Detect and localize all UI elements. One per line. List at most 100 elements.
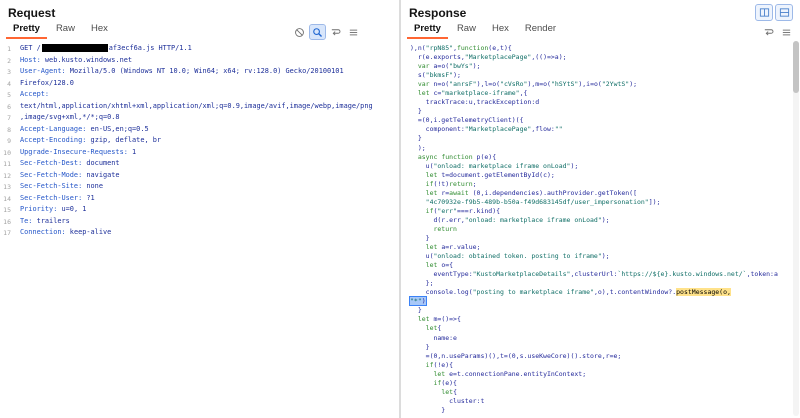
response-code-line: u("onload: obtained token. posting to if… [410, 252, 800, 261]
code-token: (!e){ [433, 360, 454, 369]
response-code: ),n("rpN85",function(e,t){ r(e.exports,"… [409, 44, 800, 415]
code-token: u( [410, 161, 434, 170]
header-text: text/html,application/xhtml+xml,applicat… [20, 101, 373, 110]
layout-rows-icon[interactable] [775, 4, 793, 21]
code-token: c= [429, 89, 442, 98]
header-text: User-Agent: [20, 67, 66, 75]
code-token: t=document.getElementById(c); [437, 170, 555, 179]
response-line-text: d(r.err,"onload: marketplace iframe onLo… [410, 216, 609, 225]
response-line-text: let o={ [410, 261, 453, 270]
response-tab-hex[interactable]: Hex [485, 21, 516, 39]
header-text: u=0, 1 [57, 205, 87, 213]
code-token: var [417, 80, 430, 89]
request-line: 10 Upgrade-Insecure-Requests: 1 [0, 148, 399, 160]
request-line-text: Accept-Encoding: gzip, deflate, br [20, 136, 161, 148]
response-code-line: name:e [410, 334, 800, 343]
request-line: 9 Accept-Encoding: gzip, deflate, br [0, 136, 399, 148]
menu-icon[interactable] [346, 25, 361, 39]
response-line-text: name:e [410, 334, 457, 343]
code-token: "onload: obtained token. posting to ifra… [433, 252, 602, 261]
code-token: =(0,i.getTelemetryClient)({ [410, 116, 524, 125]
code-token: let [441, 387, 454, 396]
code-token: ,clusterUrl: [570, 270, 618, 279]
response-line-text: =(0,i.getTelemetryClient)({ [410, 116, 524, 125]
code-token: ); [472, 62, 481, 71]
ban-icon[interactable] [292, 25, 307, 39]
code-token: } [410, 233, 430, 242]
code-token: } [410, 405, 446, 414]
layout-columns-icon[interactable] [755, 4, 773, 21]
response-code-line: let o={ [410, 261, 800, 270]
header-text: Connection: [20, 228, 66, 236]
search-icon[interactable] [309, 24, 326, 40]
response-line-text: let{ [410, 324, 442, 333]
request-line-text: Firefox/128.0 [20, 79, 74, 91]
response-tab-render[interactable]: Render [518, 21, 563, 39]
code-token: let [425, 188, 438, 197]
line-number: 1 [7, 45, 11, 53]
response-line-text: return [410, 225, 456, 234]
code-token: component: [410, 125, 465, 134]
response-line-text: let{ [410, 388, 457, 397]
header-text: Host: [20, 55, 41, 64]
request-tab-hex[interactable]: Hex [84, 21, 115, 39]
code-token: } [410, 134, 422, 143]
code-token: ),i=o( [578, 80, 602, 89]
response-code-line: =(0,i.getTelemetryClient)({ [410, 116, 800, 125]
response-line-text: if("err"===r.kind){ [410, 207, 500, 216]
request-toolbar [292, 24, 361, 40]
search-match-highlight: postMessage(o, [676, 288, 731, 297]
request-editor[interactable]: 1 GET / af3ecf6a.js HTTP/1.1 2 Host: web.kus… [0, 39, 399, 418]
response-line-text: let r=await (0,i.dependencies).authProvi… [410, 189, 637, 198]
code-token: ,flow: [531, 125, 555, 134]
code-token: } [410, 306, 422, 315]
code-token: return [449, 179, 473, 188]
response-line-text: }; [410, 279, 434, 288]
response-tabbar: Pretty Raw Hex Render [401, 20, 800, 39]
response-code-line: } [410, 234, 800, 243]
wrap-icon[interactable] [761, 25, 776, 39]
request-panel: Request Pretty Raw Hex 1 GET / af3ecf6a.js H… [0, 0, 399, 418]
response-line-text: } [410, 107, 422, 116]
code-token: o={ [437, 261, 454, 270]
code-token: let [417, 315, 430, 324]
http-message-viewer: Request Pretty Raw Hex 1 GET / af3ecf6a.js H… [0, 0, 800, 418]
response-editor[interactable]: ),n("rpN85",function(e,t){ r(e.exports,"… [401, 39, 800, 418]
code-token: let [425, 261, 438, 270]
response-code-line: let e=t.connectionPane.entityInContext; [410, 370, 800, 379]
response-line-text: s("bkmsF"); [410, 71, 461, 80]
response-code-line: }; [410, 279, 800, 288]
header-text: Accept-Language: [20, 124, 87, 133]
header-text: Firefox/128.0 [20, 78, 74, 87]
request-tab-pretty[interactable]: Pretty [6, 21, 47, 39]
response-code-line: d(r.err,"onload: marketplace iframe onLo… [410, 216, 800, 225]
request-line-text: GET / af3ecf6a.js HTTP/1.1 [20, 44, 192, 56]
response-line-text: ),n("rpN85",function(e,t){ [410, 44, 512, 53]
response-tab-pretty[interactable]: Pretty [407, 21, 448, 39]
response-scrollbar[interactable] [793, 41, 799, 416]
response-code-line: let r=await (0,i.dependencies).authProvi… [410, 189, 800, 198]
menu-icon[interactable] [779, 25, 794, 39]
response-code-line: ),n("rpN85",function(e,t){ [410, 44, 800, 53]
header-text: Sec-Fetch-Mode: [20, 170, 83, 179]
code-token: ,(()=>a); [531, 53, 567, 62]
code-token: "2YwtS" [601, 80, 630, 89]
response-line-text: eventType:"KustoMarketplaceDetails",clus… [410, 270, 777, 279]
code-token: { [437, 324, 442, 333]
response-code-line: async function p(e){ [410, 153, 800, 162]
request-line: 1 GET / af3ecf6a.js HTTP/1.1 [0, 44, 399, 56]
line-number: 12 [3, 171, 11, 180]
wrap-icon[interactable] [328, 25, 343, 39]
response-header: Response [401, 0, 800, 21]
response-tab-raw[interactable]: Raw [450, 21, 483, 39]
scrollbar-thumb[interactable] [793, 41, 799, 93]
code-token: "err" [437, 206, 457, 215]
request-tab-raw[interactable]: Raw [49, 21, 82, 39]
code-token: trackTrace:u,trackException:d [410, 98, 540, 107]
